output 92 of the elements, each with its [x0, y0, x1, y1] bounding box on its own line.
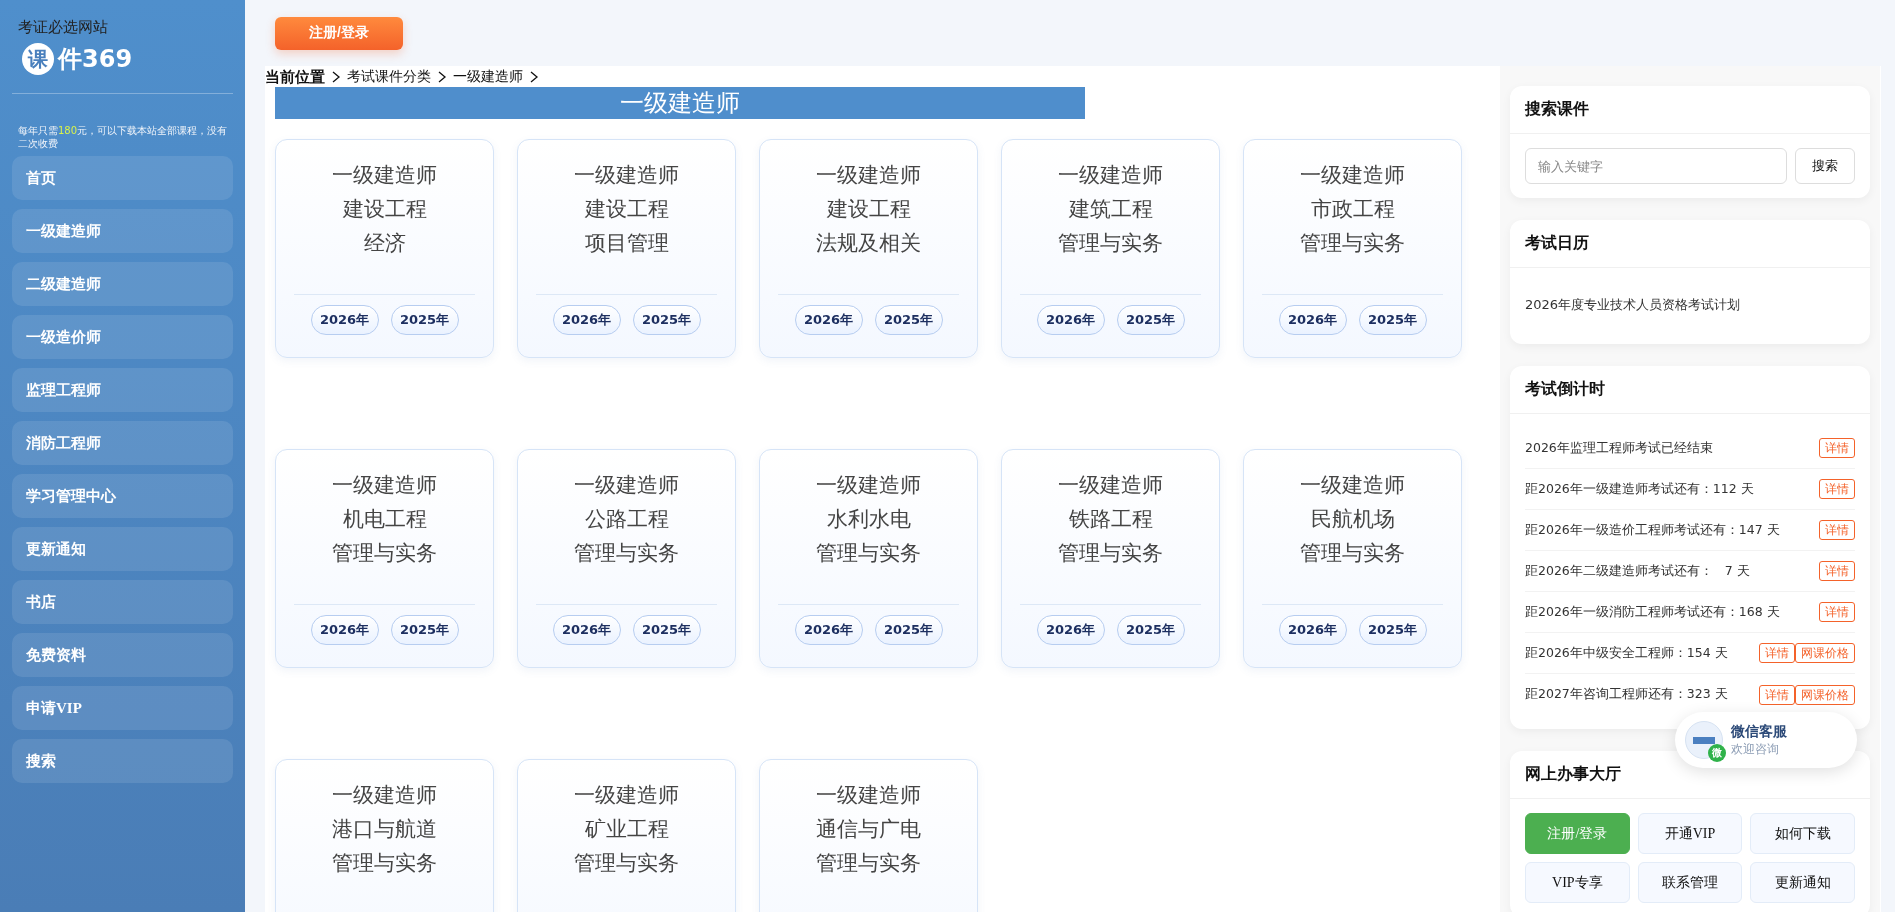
chevron-icon: [437, 71, 447, 83]
office-button[interactable]: 更新通知: [1750, 862, 1855, 903]
year-button[interactable]: 2025年: [1116, 305, 1185, 335]
office-button[interactable]: 联系管理: [1637, 862, 1743, 903]
year-button[interactable]: 2025年: [874, 615, 943, 645]
panel-title: 考试倒计时: [1510, 366, 1870, 414]
year-button[interactable]: 2025年: [390, 615, 459, 645]
chat-widget[interactable]: 微 微信客服 欢迎咨询: [1675, 712, 1857, 768]
year-button[interactable]: 2025年: [1116, 615, 1185, 645]
countdown-text: 2026年监理工程师考试已经结束: [1525, 439, 1714, 457]
course-title[interactable]: 管理与实务: [816, 846, 921, 880]
course-title[interactable]: 一级建造师: [1058, 468, 1163, 502]
course-title[interactable]: 管理与实务: [332, 846, 437, 880]
course-title[interactable]: 一级建造师: [574, 778, 679, 812]
year-button[interactable]: 2026年: [794, 305, 863, 335]
course-title[interactable]: 一级建造师: [1300, 158, 1405, 192]
year-button[interactable]: 2026年: [1278, 615, 1347, 645]
course-title[interactable]: 管理与实务: [1300, 536, 1405, 570]
course-title[interactable]: 水利水电: [826, 502, 911, 536]
course-title[interactable]: 一级建造师: [816, 778, 921, 812]
calendar-link[interactable]: 2026年度专业技术人员资格考试计划: [1525, 282, 1855, 330]
year-button[interactable]: 2026年: [552, 305, 621, 335]
year-button[interactable]: 2026年: [1036, 615, 1105, 645]
course-title[interactable]: 建设工程: [342, 192, 427, 226]
course-title[interactable]: 管理与实务: [1058, 536, 1163, 570]
course-title[interactable]: 建筑工程: [1068, 192, 1153, 226]
course-title[interactable]: 一级建造师: [1058, 158, 1163, 192]
year-button[interactable]: 2025年: [874, 305, 943, 335]
search-button[interactable]: 搜索: [1795, 148, 1855, 184]
year-button[interactable]: 2026年: [310, 615, 379, 645]
course-title[interactable]: 管理与实务: [574, 536, 679, 570]
chevron-icon: [529, 71, 539, 83]
year-button[interactable]: 2025年: [1358, 305, 1427, 335]
promo-text: 每年只需180元，可以下载本站全部课程，没有二次收费: [18, 124, 229, 150]
course-title[interactable]: 管理与实务: [1300, 226, 1405, 260]
course-title[interactable]: 一级建造师: [574, 158, 679, 192]
breadcrumb-link[interactable]: 考试课件分类: [347, 68, 431, 86]
course-title[interactable]: 项目管理: [584, 226, 669, 260]
office-button[interactable]: 开通VIP: [1637, 813, 1743, 854]
year-button[interactable]: 2026年: [794, 615, 863, 645]
course-title[interactable]: 一级建造师: [574, 468, 679, 502]
logo-placeholder: [1693, 736, 1715, 744]
countdown-text: 距2026年中级安全工程师：154 天: [1525, 644, 1729, 662]
course-title[interactable]: 机电工程: [342, 502, 427, 536]
course-title[interactable]: 公路工程: [584, 502, 669, 536]
logo-mark: 课: [22, 43, 54, 75]
course-title[interactable]: 建设工程: [826, 192, 911, 226]
course-title[interactable]: 经济: [363, 226, 406, 260]
wechat-badge: 微: [1708, 744, 1726, 762]
year-button[interactable]: 2025年: [632, 305, 701, 335]
breadcrumb-label: 当前位置: [265, 67, 325, 87]
course-title[interactable]: 通信与广电: [816, 812, 921, 846]
office-button[interactable]: VIP专享: [1525, 862, 1630, 903]
chevron-icon: [331, 71, 341, 83]
course-title[interactable]: 一级建造师: [332, 158, 437, 192]
countdown-text: 距2026年一级造价工程师考试还有：147 天: [1525, 521, 1781, 539]
year-button[interactable]: 2026年: [310, 305, 379, 335]
course-title[interactable]: 一级建造师: [816, 158, 921, 192]
year-button[interactable]: 2026年: [552, 615, 621, 645]
countdown-text: 距2026年二级建造师考试还有： 7 天: [1525, 562, 1751, 580]
site-tagline: 考证必选网站: [18, 18, 109, 37]
year-button[interactable]: 2026年: [1278, 305, 1347, 335]
chat-title: 微信客服: [1731, 722, 1787, 741]
course-title[interactable]: 一级建造师: [816, 468, 921, 502]
countdown-text: 距2026年一级消防工程师考试还有：168 天: [1525, 603, 1781, 621]
office-button[interactable]: 如何下载: [1750, 813, 1855, 854]
course-title[interactable]: 一级建造师: [332, 468, 437, 502]
course-title[interactable]: 铁路工程: [1068, 502, 1153, 536]
panel-title: 搜索课件: [1510, 86, 1870, 134]
course-title[interactable]: 法规及相关: [816, 226, 921, 260]
course-title[interactable]: 矿业工程: [584, 812, 669, 846]
category-banner: 一级建造师: [275, 87, 1085, 119]
course-title[interactable]: 管理与实务: [574, 846, 679, 880]
course-title[interactable]: 管理与实务: [1058, 226, 1163, 260]
panel-title: 考试日历: [1510, 220, 1870, 268]
year-button[interactable]: 2026年: [1036, 305, 1105, 335]
breadcrumb-link[interactable]: 一级建造师: [453, 68, 523, 86]
course-title[interactable]: 一级建造师: [332, 778, 437, 812]
countdown-text: 距2027年咨询工程师还有：323 天: [1525, 686, 1729, 703]
course-title[interactable]: 管理与实务: [332, 536, 437, 570]
course-title[interactable]: 港口与航道: [332, 812, 437, 846]
course-title[interactable]: 一级建造师: [1300, 468, 1405, 502]
logo-text: 件369: [58, 44, 133, 75]
course-title[interactable]: 建设工程: [584, 192, 669, 226]
year-button[interactable]: 2025年: [390, 305, 459, 335]
course-title[interactable]: 管理与实务: [816, 536, 921, 570]
countdown-text: 距2026年一级建造师考试还有：112 天: [1525, 480, 1755, 498]
course-title[interactable]: 民航机场: [1310, 502, 1395, 536]
year-button[interactable]: 2025年: [1358, 615, 1427, 645]
course-title[interactable]: 市政工程: [1310, 192, 1395, 226]
search-field[interactable]: 输入关键字: [1525, 148, 1787, 184]
year-button[interactable]: 2025年: [632, 615, 701, 645]
